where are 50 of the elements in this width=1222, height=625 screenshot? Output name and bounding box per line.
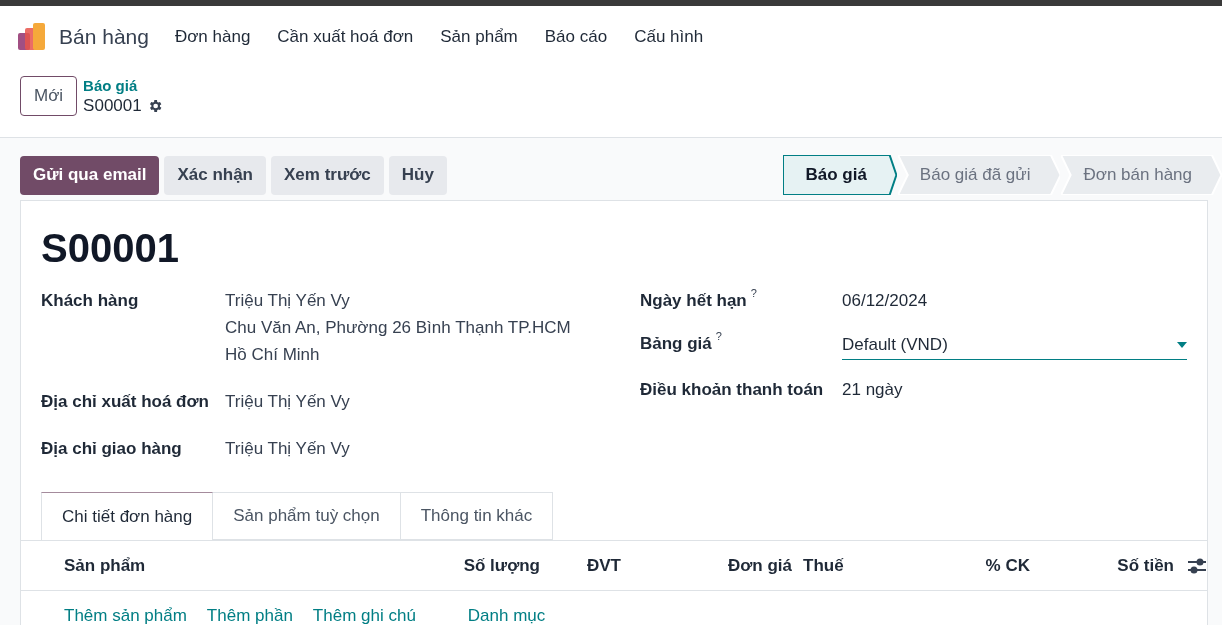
status-step[interactable]: Báo giá đã gửi xyxy=(897,155,1061,195)
column-header[interactable]: ĐVT xyxy=(540,552,720,579)
tab[interactable]: Chi tiết đơn hàng xyxy=(41,492,214,540)
menu-item[interactable]: Báo cáo xyxy=(544,24,608,50)
field-value[interactable]: Triệu Thị Yến Vy xyxy=(225,435,350,462)
field-value[interactable]: 21 ngày xyxy=(842,376,903,403)
status-step[interactable]: Báo giá xyxy=(783,155,897,195)
column-header[interactable]: Đơn giá xyxy=(720,552,792,579)
record-title: S00001 xyxy=(41,225,180,272)
field-value[interactable]: Triệu Thị Yến Vy xyxy=(225,388,350,415)
add-link[interactable]: Thêm phần xyxy=(206,603,293,625)
menu-item[interactable]: Cần xuất hoá đơn xyxy=(277,24,414,50)
action-button[interactable]: Gửi qua email xyxy=(20,155,160,195)
select-field[interactable]: Default (VND) xyxy=(842,330,1187,360)
caret-icon xyxy=(1177,341,1187,348)
status-step[interactable]: Đơn bán hàng xyxy=(1061,155,1222,195)
column-header[interactable]: Số tiền xyxy=(1030,552,1174,579)
app-name[interactable]: Bán hàng xyxy=(59,21,149,53)
add-link[interactable]: Danh mục xyxy=(467,603,546,625)
field-label: Địa chỉ xuất hoá đơn xyxy=(41,391,210,413)
field-value[interactable]: 06/12/2024 xyxy=(842,287,928,314)
help-mark[interactable]: ? xyxy=(715,330,722,342)
menu-item[interactable]: Sản phẩm xyxy=(440,24,518,50)
field-label: Ngày hết hạn xyxy=(640,290,747,312)
record-name: S00001 xyxy=(83,96,142,116)
column-header[interactable]: Thuế xyxy=(792,552,900,579)
new-button[interactable]: Mới xyxy=(20,76,78,116)
sliders-icon[interactable] xyxy=(1187,556,1207,575)
menu-item[interactable]: Cấu hình xyxy=(634,24,704,50)
field-label: Khách hàng xyxy=(41,290,140,312)
tab[interactable]: Sản phẩm tuỳ chọn xyxy=(213,492,401,540)
help-mark[interactable]: ? xyxy=(750,287,757,299)
field-label: Điều khoản thanh toán xyxy=(640,379,824,401)
field-value[interactable]: Chu Văn An, Phường 26 Bình Thạnh TP.HCM xyxy=(225,314,571,341)
action-button[interactable]: Hủy xyxy=(388,155,447,195)
add-link[interactable]: Thêm sản phẩm xyxy=(64,603,187,625)
action-button[interactable]: Xem trước xyxy=(271,155,384,195)
add-link[interactable]: Thêm ghi chú xyxy=(312,603,416,625)
field-value[interactable]: Hồ Chí Minh xyxy=(225,341,571,368)
tab[interactable]: Thông tin khác xyxy=(400,492,554,540)
field-label: Bảng giá xyxy=(640,333,712,355)
column-header[interactable]: % CK xyxy=(900,552,1030,579)
action-button[interactable]: Xác nhận xyxy=(164,155,266,195)
breadcrumb-link[interactable]: Báo giá xyxy=(83,76,163,96)
field-value[interactable]: Triệu Thị Yến Vy xyxy=(225,287,571,314)
column-header[interactable]: Sản phẩm xyxy=(64,552,420,579)
menu-item[interactable]: Đơn hàng xyxy=(174,24,251,50)
field-label: Địa chỉ giao hàng xyxy=(41,438,183,460)
column-header[interactable]: Số lượng xyxy=(420,552,540,579)
app-logo-icon[interactable] xyxy=(18,23,46,51)
